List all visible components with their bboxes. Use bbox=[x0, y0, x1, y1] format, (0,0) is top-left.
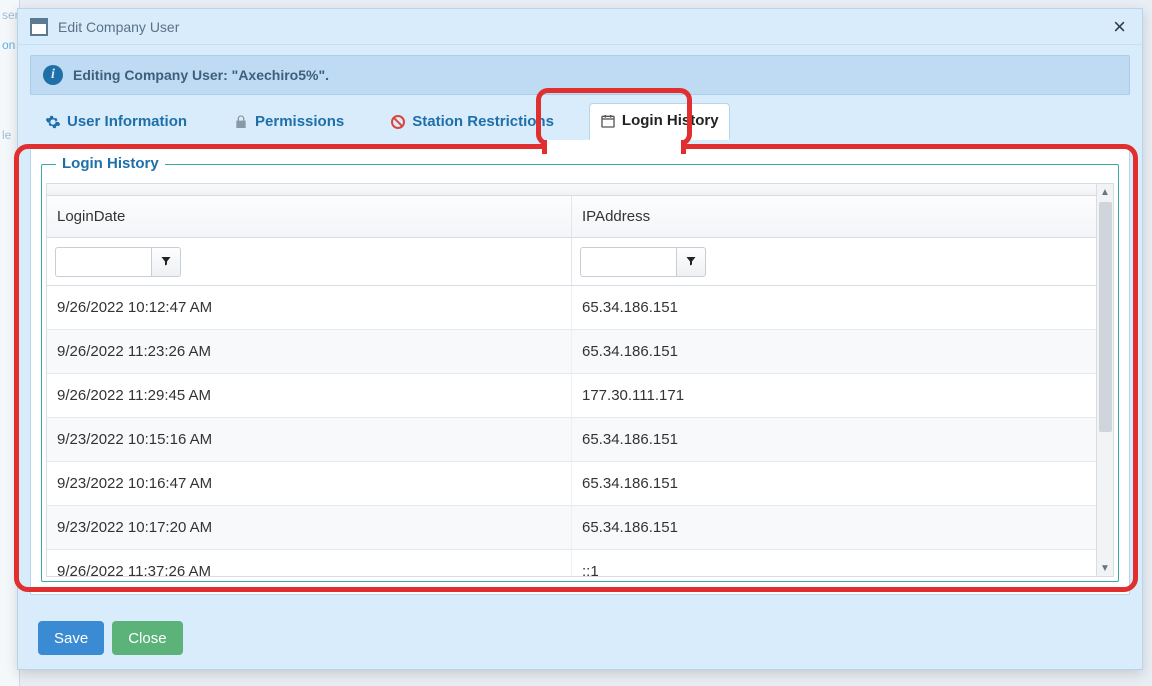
tab-permissions[interactable]: Permissions bbox=[222, 104, 355, 140]
cell-ip-address: 65.34.186.151 bbox=[572, 462, 1096, 505]
login-history-panel: Login History LoginDate IPAddress bbox=[30, 147, 1130, 595]
cell-login-date: 9/26/2022 10:12:47 AM bbox=[47, 286, 572, 329]
close-icon[interactable]: × bbox=[1109, 16, 1130, 38]
lock-icon bbox=[233, 114, 249, 130]
window-icon bbox=[30, 18, 48, 36]
filter-input-login-date[interactable] bbox=[55, 247, 151, 277]
scroll-down-arrow-icon[interactable]: ▼ bbox=[1097, 560, 1113, 576]
tab-label: Station Restrictions bbox=[412, 113, 554, 130]
cell-login-date: 9/26/2022 11:23:26 AM bbox=[47, 330, 572, 373]
column-header-ip-address[interactable]: IPAddress bbox=[572, 196, 1096, 237]
filter-button-ip-address[interactable] bbox=[676, 247, 706, 277]
filter-cell-login-date bbox=[47, 238, 572, 285]
filter-input-ip-address[interactable] bbox=[580, 247, 676, 277]
modal-titlebar: Edit Company User × bbox=[18, 9, 1142, 45]
grid-main: LoginDate IPAddress bbox=[46, 183, 1097, 577]
column-header-login-date[interactable]: LoginDate bbox=[47, 196, 572, 237]
table-row[interactable]: 9/23/2022 10:16:47 AM65.34.186.151 bbox=[47, 462, 1096, 506]
filter-button-login-date[interactable] bbox=[151, 247, 181, 277]
scroll-thumb[interactable] bbox=[1099, 202, 1112, 432]
tab-station-restrictions[interactable]: Station Restrictions bbox=[379, 104, 565, 140]
cell-ip-address: 65.34.186.151 bbox=[572, 286, 1096, 329]
filter-cell-ip-address bbox=[572, 238, 1096, 285]
close-button[interactable]: Close bbox=[112, 621, 182, 655]
fieldset-legend: Login History bbox=[56, 155, 165, 172]
edit-company-user-modal: Edit Company User × i Editing Company Us… bbox=[17, 8, 1143, 670]
login-history-fieldset: Login History LoginDate IPAddress bbox=[41, 164, 1119, 582]
tab-label: Permissions bbox=[255, 113, 344, 130]
cell-login-date: 9/26/2022 11:29:45 AM bbox=[47, 374, 572, 417]
grid-header-row: LoginDate IPAddress bbox=[47, 196, 1096, 238]
table-row[interactable]: 9/23/2022 10:17:20 AM65.34.186.151 bbox=[47, 506, 1096, 550]
cell-login-date: 9/23/2022 10:15:16 AM bbox=[47, 418, 572, 461]
cell-login-date: 9/23/2022 10:17:20 AM bbox=[47, 506, 572, 549]
save-button[interactable]: Save bbox=[38, 621, 104, 655]
filter-icon bbox=[685, 254, 697, 270]
tab-label: User Information bbox=[67, 113, 187, 130]
modal-title: Edit Company User bbox=[58, 19, 179, 35]
modal-footer: Save Close bbox=[18, 607, 1142, 669]
grid-body: 9/26/2022 10:12:47 AM65.34.186.1519/26/2… bbox=[47, 286, 1096, 576]
tab-bar: User Information Permissions Station Res… bbox=[18, 103, 1142, 139]
tab-label: Login History bbox=[622, 112, 719, 129]
table-row[interactable]: 9/26/2022 11:29:45 AM177.30.111.171 bbox=[47, 374, 1096, 418]
grid-filter-row bbox=[47, 238, 1096, 286]
cell-login-date: 9/23/2022 10:16:47 AM bbox=[47, 462, 572, 505]
info-icon: i bbox=[43, 65, 63, 85]
login-history-grid: LoginDate IPAddress bbox=[46, 183, 1114, 577]
table-row[interactable]: 9/26/2022 11:23:26 AM65.34.186.151 bbox=[47, 330, 1096, 374]
info-banner: i Editing Company User: "Axechiro5%". bbox=[30, 55, 1130, 95]
cell-ip-address: 177.30.111.171 bbox=[572, 374, 1096, 417]
ban-icon bbox=[390, 114, 406, 130]
info-banner-text: Editing Company User: "Axechiro5%". bbox=[73, 67, 329, 83]
scroll-up-arrow-icon[interactable]: ▲ bbox=[1097, 184, 1113, 200]
calendar-icon bbox=[600, 113, 616, 129]
cell-login-date: 9/26/2022 11:37:26 AM bbox=[47, 550, 572, 576]
table-row[interactable]: 9/26/2022 10:12:47 AM65.34.186.151 bbox=[47, 286, 1096, 330]
cell-ip-address: 65.34.186.151 bbox=[572, 506, 1096, 549]
gear-icon bbox=[45, 114, 61, 130]
cell-ip-address: 65.34.186.151 bbox=[572, 418, 1096, 461]
grid-scrollbar[interactable]: ▲ ▼ bbox=[1097, 183, 1114, 577]
table-row[interactable]: 9/26/2022 11:37:26 AM::1 bbox=[47, 550, 1096, 576]
cell-ip-address: ::1 bbox=[572, 550, 1096, 576]
filter-icon bbox=[160, 254, 172, 270]
cell-ip-address: 65.34.186.151 bbox=[572, 330, 1096, 373]
tab-user-information[interactable]: User Information bbox=[34, 104, 198, 140]
grid-top-spacer bbox=[47, 184, 1096, 196]
table-row[interactable]: 9/23/2022 10:15:16 AM65.34.186.151 bbox=[47, 418, 1096, 462]
tab-login-history[interactable]: Login History bbox=[589, 103, 730, 140]
